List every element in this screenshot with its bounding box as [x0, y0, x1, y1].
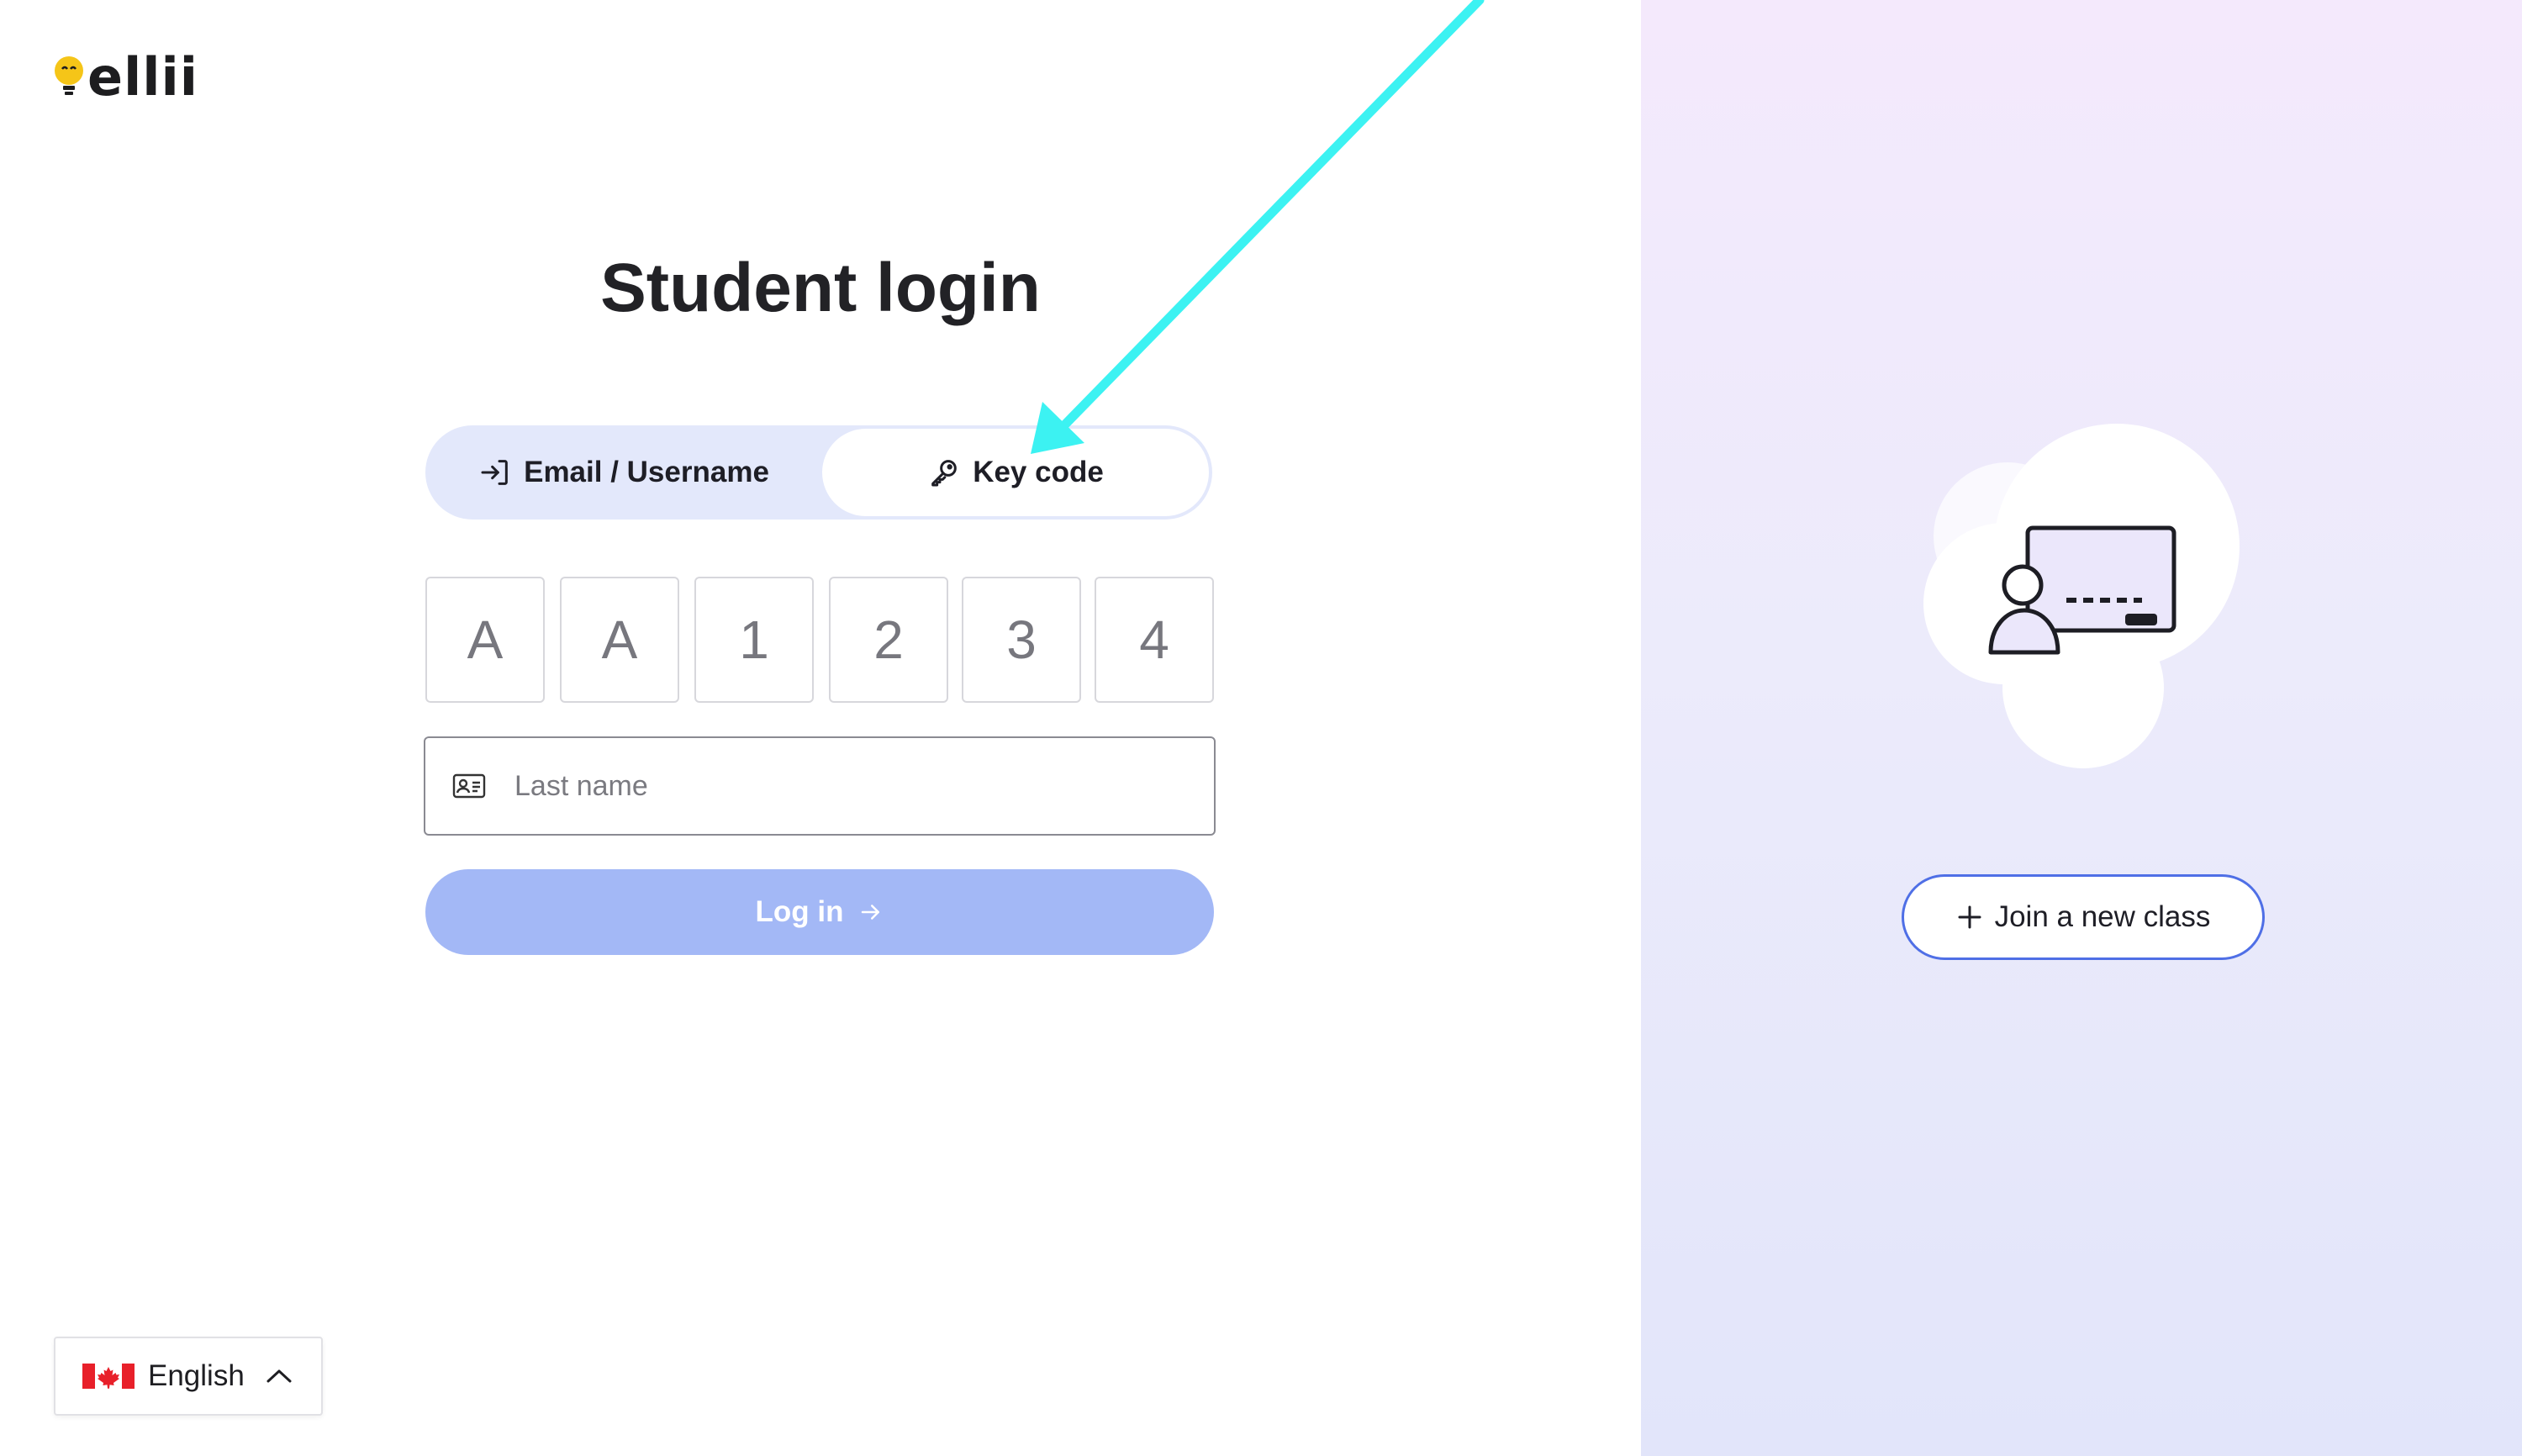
- login-pane: [0, 0, 1641, 1456]
- key-code-box-2[interactable]: A: [560, 577, 679, 703]
- log-in-button-label: Log in: [755, 895, 844, 928]
- arrow-right-icon: [862, 905, 880, 920]
- language-label: English: [148, 1359, 245, 1392]
- tab-email-username-label: Email / Username: [524, 456, 769, 488]
- key-code-box-6[interactable]: 4: [1095, 577, 1214, 703]
- last-name-input[interactable]: [514, 769, 1187, 803]
- log-in-button[interactable]: Log in: [425, 869, 1214, 955]
- key-code-box-3[interactable]: 1: [694, 577, 814, 703]
- key-code-box-1[interactable]: A: [425, 577, 545, 703]
- tab-key-code-label: Key code: [973, 456, 1104, 488]
- key-code-box-5[interactable]: 3: [962, 577, 1081, 703]
- key-icon: [931, 460, 958, 487]
- chevron-up-icon: [266, 1369, 292, 1383]
- logo-text: ellii: [87, 46, 199, 108]
- tab-email-username[interactable]: Email / Username: [430, 430, 817, 514]
- key-code-inputs: A A 1 2 3 4: [425, 577, 1214, 704]
- plus-icon: [1958, 905, 1981, 929]
- language-selector[interactable]: English: [54, 1337, 323, 1416]
- canada-flag-icon: [82, 1364, 135, 1389]
- teacher-board-illustration: [1923, 424, 2240, 768]
- page-title: Student login: [600, 250, 1041, 326]
- lightbulb-icon: [55, 56, 83, 95]
- join-new-class-button[interactable]: Join a new class: [1902, 874, 2265, 960]
- last-name-field[interactable]: [424, 736, 1216, 836]
- join-new-class-label: Join a new class: [1994, 900, 2211, 933]
- ellii-logo[interactable]: ellii: [52, 50, 198, 104]
- login-method-switch: Email / Username Key code: [425, 425, 1212, 520]
- tab-key-code[interactable]: Key code: [824, 430, 1207, 514]
- key-code-box-4[interactable]: 2: [829, 577, 948, 703]
- sign-in-icon: [481, 460, 508, 485]
- id-card-icon: [452, 773, 486, 799]
